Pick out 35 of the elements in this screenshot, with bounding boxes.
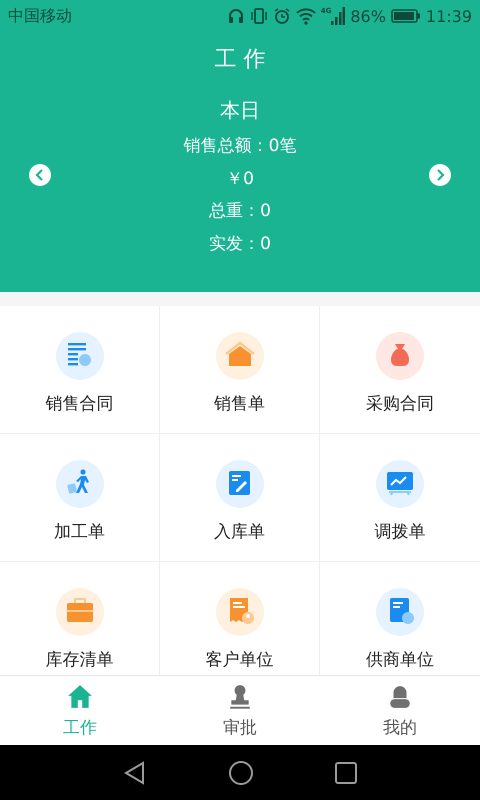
recent-apps-button[interactable] xyxy=(334,760,358,784)
home-icon xyxy=(67,684,93,710)
vibrate-icon xyxy=(250,7,268,25)
summary-text: 实发：0 xyxy=(209,232,271,256)
grid-item[interactable]: 加工单 xyxy=(0,434,160,562)
summary-text: 销售总额：0笔 xyxy=(184,135,296,158)
wifi-icon xyxy=(296,7,316,25)
previous-button[interactable] xyxy=(28,163,52,187)
grid-item[interactable]: 调拨单 xyxy=(320,434,480,562)
money-bag-icon xyxy=(376,332,424,380)
list-icon xyxy=(56,332,104,380)
walking-person-icon xyxy=(56,460,104,508)
next-button[interactable] xyxy=(428,163,452,187)
signal-icon xyxy=(331,7,346,25)
alarm-icon xyxy=(272,7,291,25)
battery-icon xyxy=(390,8,421,24)
summary-text: 总重：0 xyxy=(209,200,271,223)
receipt-icon xyxy=(216,588,264,636)
battery-percent: 86% xyxy=(350,6,386,26)
edit-note-icon xyxy=(216,460,264,508)
briefcase-icon xyxy=(56,588,104,636)
grid-item[interactable]: 销售合同 xyxy=(0,306,160,434)
headphones-icon xyxy=(226,7,245,25)
summary-text: ￥0 xyxy=(226,168,254,190)
page-title: 工 作 xyxy=(214,46,266,74)
grid-item[interactable]: 入库单 xyxy=(160,434,320,562)
document-icon xyxy=(376,588,424,636)
house-icon xyxy=(216,332,264,380)
grid-item[interactable]: 采购合同 xyxy=(320,306,480,434)
home-button[interactable] xyxy=(228,760,254,786)
clock-time: 11:39 xyxy=(426,6,472,26)
grid-item[interactable]: 销售单 xyxy=(160,306,320,434)
period-label: 本日 xyxy=(220,97,260,124)
chart-board-icon xyxy=(376,460,424,508)
carrier-name: 中国移动 xyxy=(8,6,72,26)
